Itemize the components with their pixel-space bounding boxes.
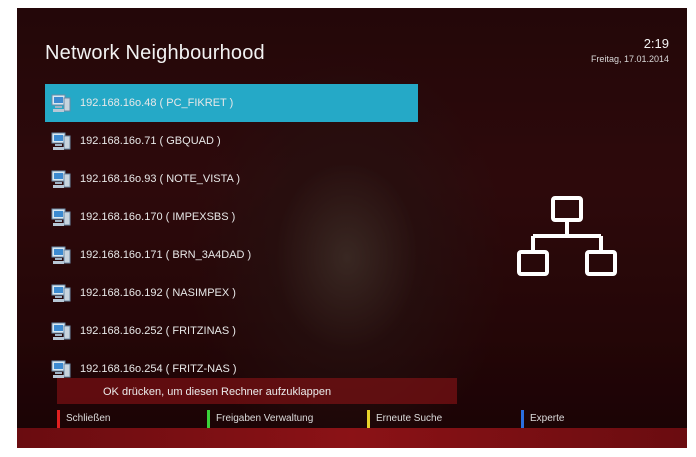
host-row[interactable]: 192.168.16o.170 ( IMPEXSBS ) (45, 198, 418, 236)
news-ticker (17, 428, 687, 448)
host-row[interactable]: 192.168.16o.71 ( GBQUAD ) (45, 122, 418, 160)
host-row[interactable]: 192.168.16o.252 ( FRITZINAS ) (45, 312, 418, 350)
computer-icon (51, 94, 71, 112)
host-row[interactable]: 192.168.16o.48 ( PC_FIKRET ) (45, 84, 418, 122)
host-list: 192.168.16o.48 ( PC_FIKRET ) 192.168.16o… (45, 84, 418, 388)
blue-button-expert[interactable]: Experte (521, 410, 564, 428)
host-label: 192.168.16o.93 ( NOTE_VISTA ) (80, 173, 240, 185)
yellow-button-rescan[interactable]: Erneute Suche (367, 410, 442, 428)
host-label: 192.168.16o.171 ( BRN_3A4DAD ) (80, 249, 252, 261)
host-row[interactable]: 192.168.16o.254 ( FRITZ-NAS ) (45, 350, 418, 388)
instruction-hint: OK drücken, um diesen Rechner aufzuklapp… (103, 386, 332, 398)
host-label: 192.168.16o.71 ( GBQUAD ) (80, 135, 221, 147)
host-row[interactable]: 192.168.16o.192 ( NASIMPEX ) (45, 274, 418, 312)
computer-icon (51, 284, 71, 302)
host-label: 192.168.16o.48 ( PC_FIKRET ) (80, 97, 234, 109)
color-button-bar: Schließen Freigaben Verwaltung Erneute S… (17, 410, 687, 428)
host-label: 192.168.16o.254 ( FRITZ-NAS ) (80, 363, 237, 375)
host-label: 192.168.16o.252 ( FRITZINAS ) (80, 325, 236, 337)
host-row[interactable]: 192.168.16o.171 ( BRN_3A4DAD ) (45, 236, 418, 274)
computer-icon (51, 170, 71, 188)
computer-icon (51, 208, 71, 226)
computer-icon (51, 360, 71, 378)
computer-icon (51, 322, 71, 340)
red-button-close[interactable]: Schließen (57, 410, 110, 428)
tv-screen: Network Neighbourhood 2:19 Freitag, 17.0… (17, 8, 687, 448)
computer-icon (51, 246, 71, 264)
host-label: 192.168.16o.192 ( NASIMPEX ) (80, 287, 236, 299)
computer-icon (51, 132, 71, 150)
host-label: 192.168.16o.170 ( IMPEXSBS ) (80, 211, 236, 223)
clock-time: 2:19 (643, 36, 669, 51)
green-button-shares[interactable]: Freigaben Verwaltung (207, 410, 313, 428)
host-row[interactable]: 192.168.16o.93 ( NOTE_VISTA ) (45, 160, 418, 198)
clock-date: Freitag, 17.01.2014 (590, 54, 669, 64)
page-title: Network Neighbourhood (45, 42, 265, 64)
network-topology-icon (517, 196, 617, 276)
